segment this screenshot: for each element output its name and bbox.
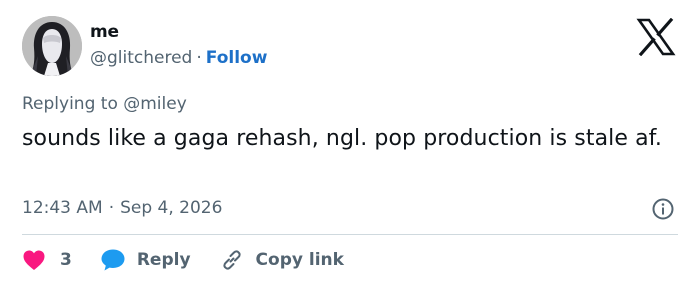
heart-icon	[23, 250, 45, 270]
info-icon[interactable]	[651, 197, 675, 221]
copy-link-label: Copy link	[255, 250, 344, 270]
author-name[interactable]: me	[90, 22, 119, 42]
like-count: 3	[60, 250, 72, 270]
tweet-timestamp[interactable]: 12:43 AM · Sep 4, 2026	[22, 198, 222, 218]
copy-link-button[interactable]: Copy link	[220, 248, 344, 272]
reply-label: Reply	[136, 250, 191, 270]
author-handle-row: @glitchered · Follow	[90, 48, 267, 68]
tweet-date: Sep 4, 2026	[120, 198, 223, 218]
author-handle[interactable]: @glitchered	[90, 48, 192, 68]
like-button[interactable]: 3	[22, 249, 72, 271]
reply-context: Replying to @miley	[22, 94, 187, 114]
x-logo-icon[interactable]	[635, 17, 677, 57]
action-bar: 3 Reply Copy link	[22, 245, 344, 275]
timestamp-separator: ·	[108, 198, 115, 218]
avatar[interactable]	[22, 16, 82, 76]
handle-separator: ·	[196, 48, 202, 68]
divider	[22, 234, 678, 235]
reply-mention-link[interactable]: @miley	[123, 94, 187, 114]
link-icon	[222, 250, 241, 270]
reply-prefix: Replying to	[22, 94, 118, 114]
reply-button[interactable]: Reply	[100, 248, 191, 272]
speech-bubble-icon	[101, 249, 125, 271]
tweet-time: 12:43 AM	[22, 198, 103, 218]
follow-button[interactable]: Follow	[206, 48, 268, 68]
tweet-text: sounds like a gaga rehash, ngl. pop prod…	[22, 126, 663, 151]
